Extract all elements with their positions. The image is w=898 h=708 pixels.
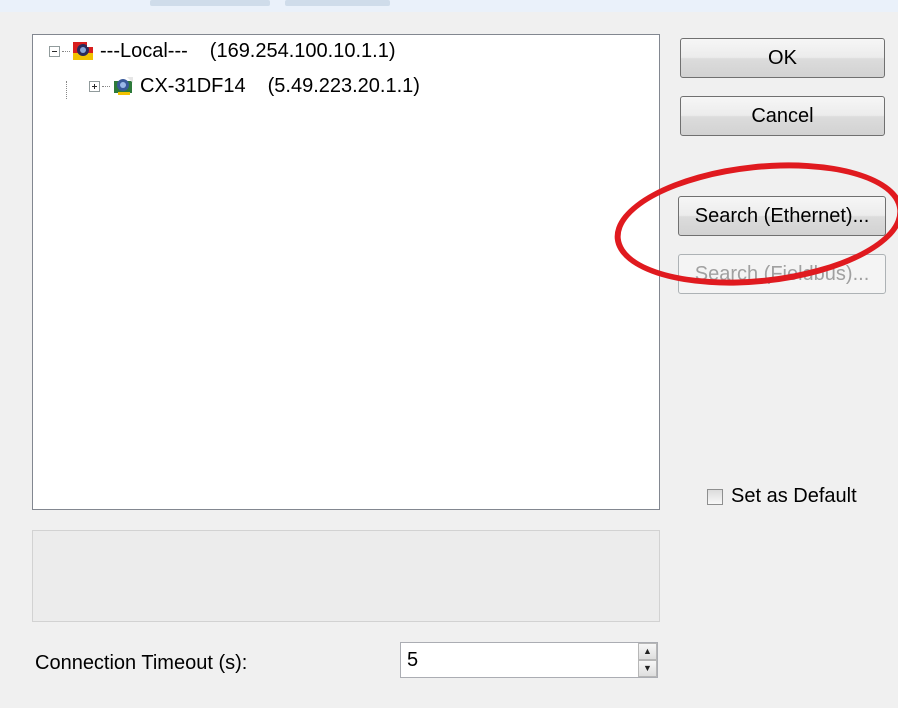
status-panel <box>32 530 660 622</box>
tree-item-address: (5.49.223.20.1.1) <box>267 74 420 97</box>
tree-item-name: CX-31DF14 <box>140 74 246 97</box>
local-system-icon <box>73 42 93 60</box>
spin-up-icon[interactable]: ▲ <box>638 643 657 660</box>
tree-item-name: ---Local--- <box>100 39 188 62</box>
connection-timeout-label: Connection Timeout (s): <box>35 652 248 674</box>
tree-connector-line <box>66 81 67 99</box>
route-tree[interactable]: ---Local--- (169.254.100.10.1.1) CX-31DF… <box>32 34 660 510</box>
search-fieldbus-button: Search (Fieldbus)... <box>678 254 886 294</box>
tree-item-local[interactable]: ---Local--- (169.254.100.10.1.1) <box>49 38 395 64</box>
expand-icon[interactable] <box>89 80 100 92</box>
ok-button[interactable]: OK <box>680 38 885 78</box>
set-as-default-checkbox[interactable] <box>707 488 723 505</box>
remote-system-icon <box>114 77 133 95</box>
tree-item-address: (169.254.100.10.1.1) <box>209 39 396 62</box>
cancel-button[interactable]: Cancel <box>680 96 885 136</box>
search-ethernet-button[interactable]: Search (Ethernet)... <box>678 196 886 236</box>
connection-timeout-input[interactable]: 5 ▲ ▼ <box>400 642 658 678</box>
tree-item-cx-31df14[interactable]: CX-31DF14 (5.49.223.20.1.1) <box>89 73 420 99</box>
collapse-icon[interactable] <box>49 45 60 57</box>
set-as-default-label: Set as Default <box>731 485 857 507</box>
connection-timeout-value: 5 <box>407 649 419 671</box>
spin-down-icon[interactable]: ▼ <box>638 660 657 677</box>
set-as-default-option[interactable]: Set as Default <box>707 485 857 508</box>
window-top-strip <box>0 0 898 12</box>
